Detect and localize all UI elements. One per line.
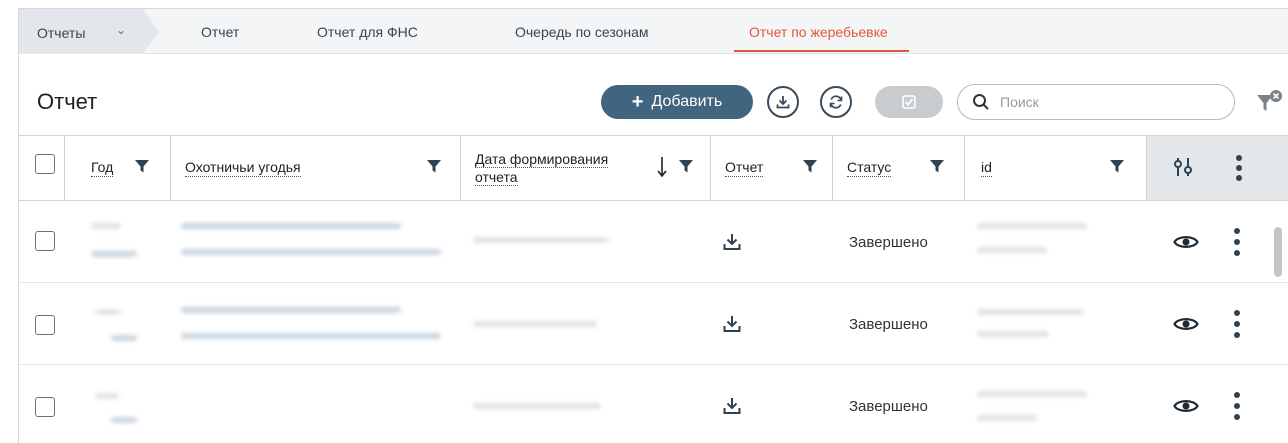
column-hunting-grounds-label: Охотничьи угодья [185,159,301,177]
column-id[interactable]: id [965,136,1147,200]
page-title: Отчет [37,89,98,114]
header-select-cell [19,136,65,200]
filter-icon[interactable] [1109,158,1125,174]
eye-icon[interactable] [1173,397,1199,415]
redacted-year [111,417,137,423]
column-settings-icon[interactable] [1173,156,1193,178]
redacted-date [473,403,601,409]
select-all-checkbox[interactable] [35,154,55,174]
search-field[interactable] [957,84,1235,120]
row-checkbox[interactable] [35,231,55,251]
breadcrumb-reports[interactable]: Отчеты ⌄ [19,9,159,54]
sort-desc-icon[interactable] [656,156,668,178]
tab-report[interactable]: Отчет [201,24,239,40]
download-icon[interactable] [722,314,742,334]
tab-season-queue[interactable]: Очередь по сезонам [515,24,649,40]
column-settings-cell [1147,136,1288,200]
column-report-date-label: Дата формирования отчета [475,151,609,186]
vertical-scrollbar[interactable] [1274,227,1282,277]
redacted-year [91,251,137,257]
redacted-id [977,309,1083,315]
redacted-date [473,321,597,327]
status-text: Завершено [849,316,928,333]
redacted-hunting-ground [181,307,401,313]
filter-icon[interactable] [929,158,945,174]
tab-draw-report[interactable]: Отчет по жеребьевке [749,24,888,40]
table-row[interactable]: Завершено [19,201,1288,283]
eye-icon[interactable] [1173,233,1199,251]
download-icon [776,96,790,109]
column-id-label: id [981,159,992,177]
refresh-icon [829,95,843,109]
redacted-hunting-ground [181,333,441,339]
download-icon[interactable] [722,232,742,252]
column-year-label: Год [91,159,114,177]
tab-report-fns[interactable]: Отчет для ФНС [317,24,418,40]
redacted-id [977,247,1047,253]
row-checkbox[interactable] [35,315,55,335]
tab-bar: Отчеты ⌄ Отчет Отчет для ФНС Очередь по … [19,9,1288,54]
chevron-down-icon: ⌄ [116,23,127,37]
status-text: Завершено [849,398,928,415]
redacted-id [977,415,1037,421]
more-vertical-icon[interactable] [1233,309,1241,339]
redacted-year [111,335,137,341]
filter-icon[interactable] [678,158,694,174]
redacted-year [95,393,119,399]
column-report[interactable]: Отчет [711,136,833,200]
filter-icon[interactable] [802,158,818,174]
eye-icon[interactable] [1173,315,1199,333]
column-status-label: Статус [847,159,892,177]
column-report-date[interactable]: Дата формирования отчета [461,136,711,200]
add-button-label: Добавить [651,93,723,110]
clear-filters-icon[interactable] [1255,89,1285,117]
table-header: Год Охотничьи угодья Дата формирования от… [19,135,1288,201]
redacted-id [977,331,1049,337]
refresh-button[interactable] [820,86,852,118]
download-button[interactable] [767,86,799,118]
search-input[interactable] [1000,94,1220,110]
table-row[interactable]: Завершено [19,365,1288,443]
column-year[interactable]: Год [65,136,171,200]
redacted-year [91,223,121,229]
check-square-icon [902,95,916,109]
filter-icon[interactable] [134,158,150,174]
redacted-hunting-ground [181,223,401,229]
column-hunting-grounds[interactable]: Охотничьи угодья [171,136,461,200]
redacted-hunting-ground [181,249,441,255]
active-tab-indicator [734,50,909,52]
table-row[interactable]: Завершено [19,283,1288,365]
download-icon[interactable] [722,396,742,416]
row-checkbox[interactable] [35,397,55,417]
app-frame: Отчеты ⌄ Отчет Отчет для ФНС Очередь по … [18,8,1288,443]
redacted-year [95,309,121,315]
redacted-id [977,223,1087,229]
approve-button[interactable] [875,86,943,118]
more-vertical-icon[interactable] [1233,391,1241,421]
status-text: Завершено [849,234,928,251]
add-button[interactable]: + Добавить [601,85,753,119]
more-vertical-icon[interactable] [1233,227,1241,257]
redacted-date [473,237,609,243]
breadcrumb-label: Отчеты [37,25,86,41]
more-vertical-icon[interactable] [1235,154,1243,182]
redacted-id [977,391,1087,397]
plus-icon: + [631,91,644,113]
column-report-label: Отчет [725,159,764,177]
column-status[interactable]: Статус [833,136,965,200]
search-icon [973,94,989,110]
filter-icon[interactable] [426,158,442,174]
